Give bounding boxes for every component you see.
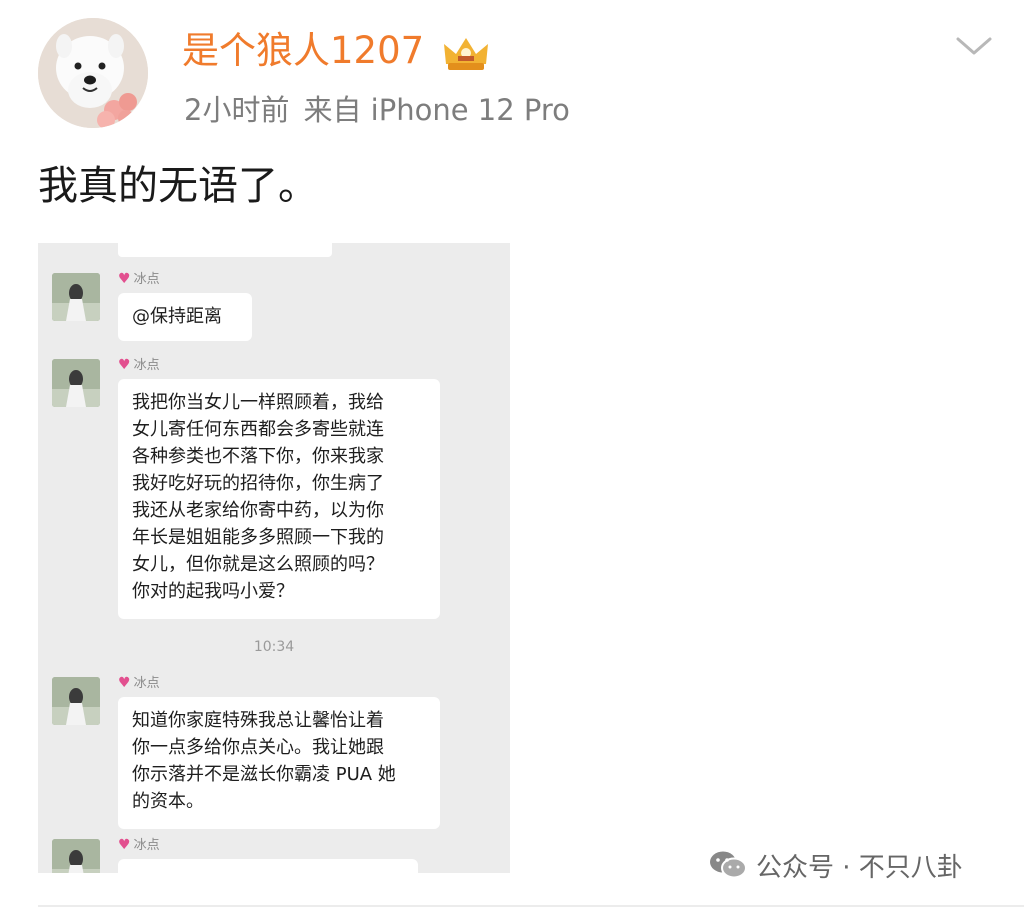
chevron-down-icon[interactable]	[952, 30, 996, 60]
divider	[38, 905, 1024, 907]
heart-icon: ♥	[118, 271, 131, 287]
username[interactable]: 是个狼人1207	[182, 26, 424, 76]
heart-icon: ♥	[118, 357, 131, 373]
chat-avatar	[52, 359, 100, 407]
sender-name: ♥ 冰点	[118, 675, 160, 691]
cropped-bubble	[118, 243, 332, 257]
sender-name: ♥ 冰点	[118, 271, 160, 287]
post-time: 2小时前	[184, 93, 290, 127]
chat-bubble	[118, 859, 418, 873]
chat-timestamp: 10:34	[253, 639, 295, 655]
crown-icon	[444, 38, 488, 70]
chat-bubble: 我把你当女儿一样照顾着，我给 女儿寄任何东西都会多寄些就连 各种参类也不落下你，…	[118, 379, 440, 619]
chat-bubble: 知道你家庭特殊我总让馨怡让着 你一点多给你点关心。我让她跟 你示落并不是滋长你霸…	[118, 697, 440, 829]
post-meta: 2小时前 来自 iPhone 12 Pro	[184, 88, 570, 132]
sender-name: ♥ 冰点	[118, 837, 160, 853]
post-text: 我真的无语了。	[38, 163, 318, 209]
watermark: 公众号 · 不只八卦	[708, 848, 963, 888]
chat-avatar	[52, 839, 100, 873]
wechat-icon	[710, 851, 747, 879]
user-avatar[interactable]	[38, 18, 148, 128]
post-source: 来自 iPhone 12 Pro	[303, 93, 570, 127]
heart-icon: ♥	[118, 837, 131, 853]
chat-avatar	[52, 677, 100, 725]
chat-avatar	[52, 273, 100, 321]
heart-icon: ♥	[118, 675, 131, 691]
chat-bubble: @保持距离	[118, 293, 252, 341]
chat-screenshot[interactable]: ♥ 冰点 @保持距离 ♥ 冰点 我把你当女儿一样照顾着，我给 女儿寄任何东西都会多寄…	[38, 243, 510, 873]
sender-name: ♥ 冰点	[118, 357, 160, 373]
